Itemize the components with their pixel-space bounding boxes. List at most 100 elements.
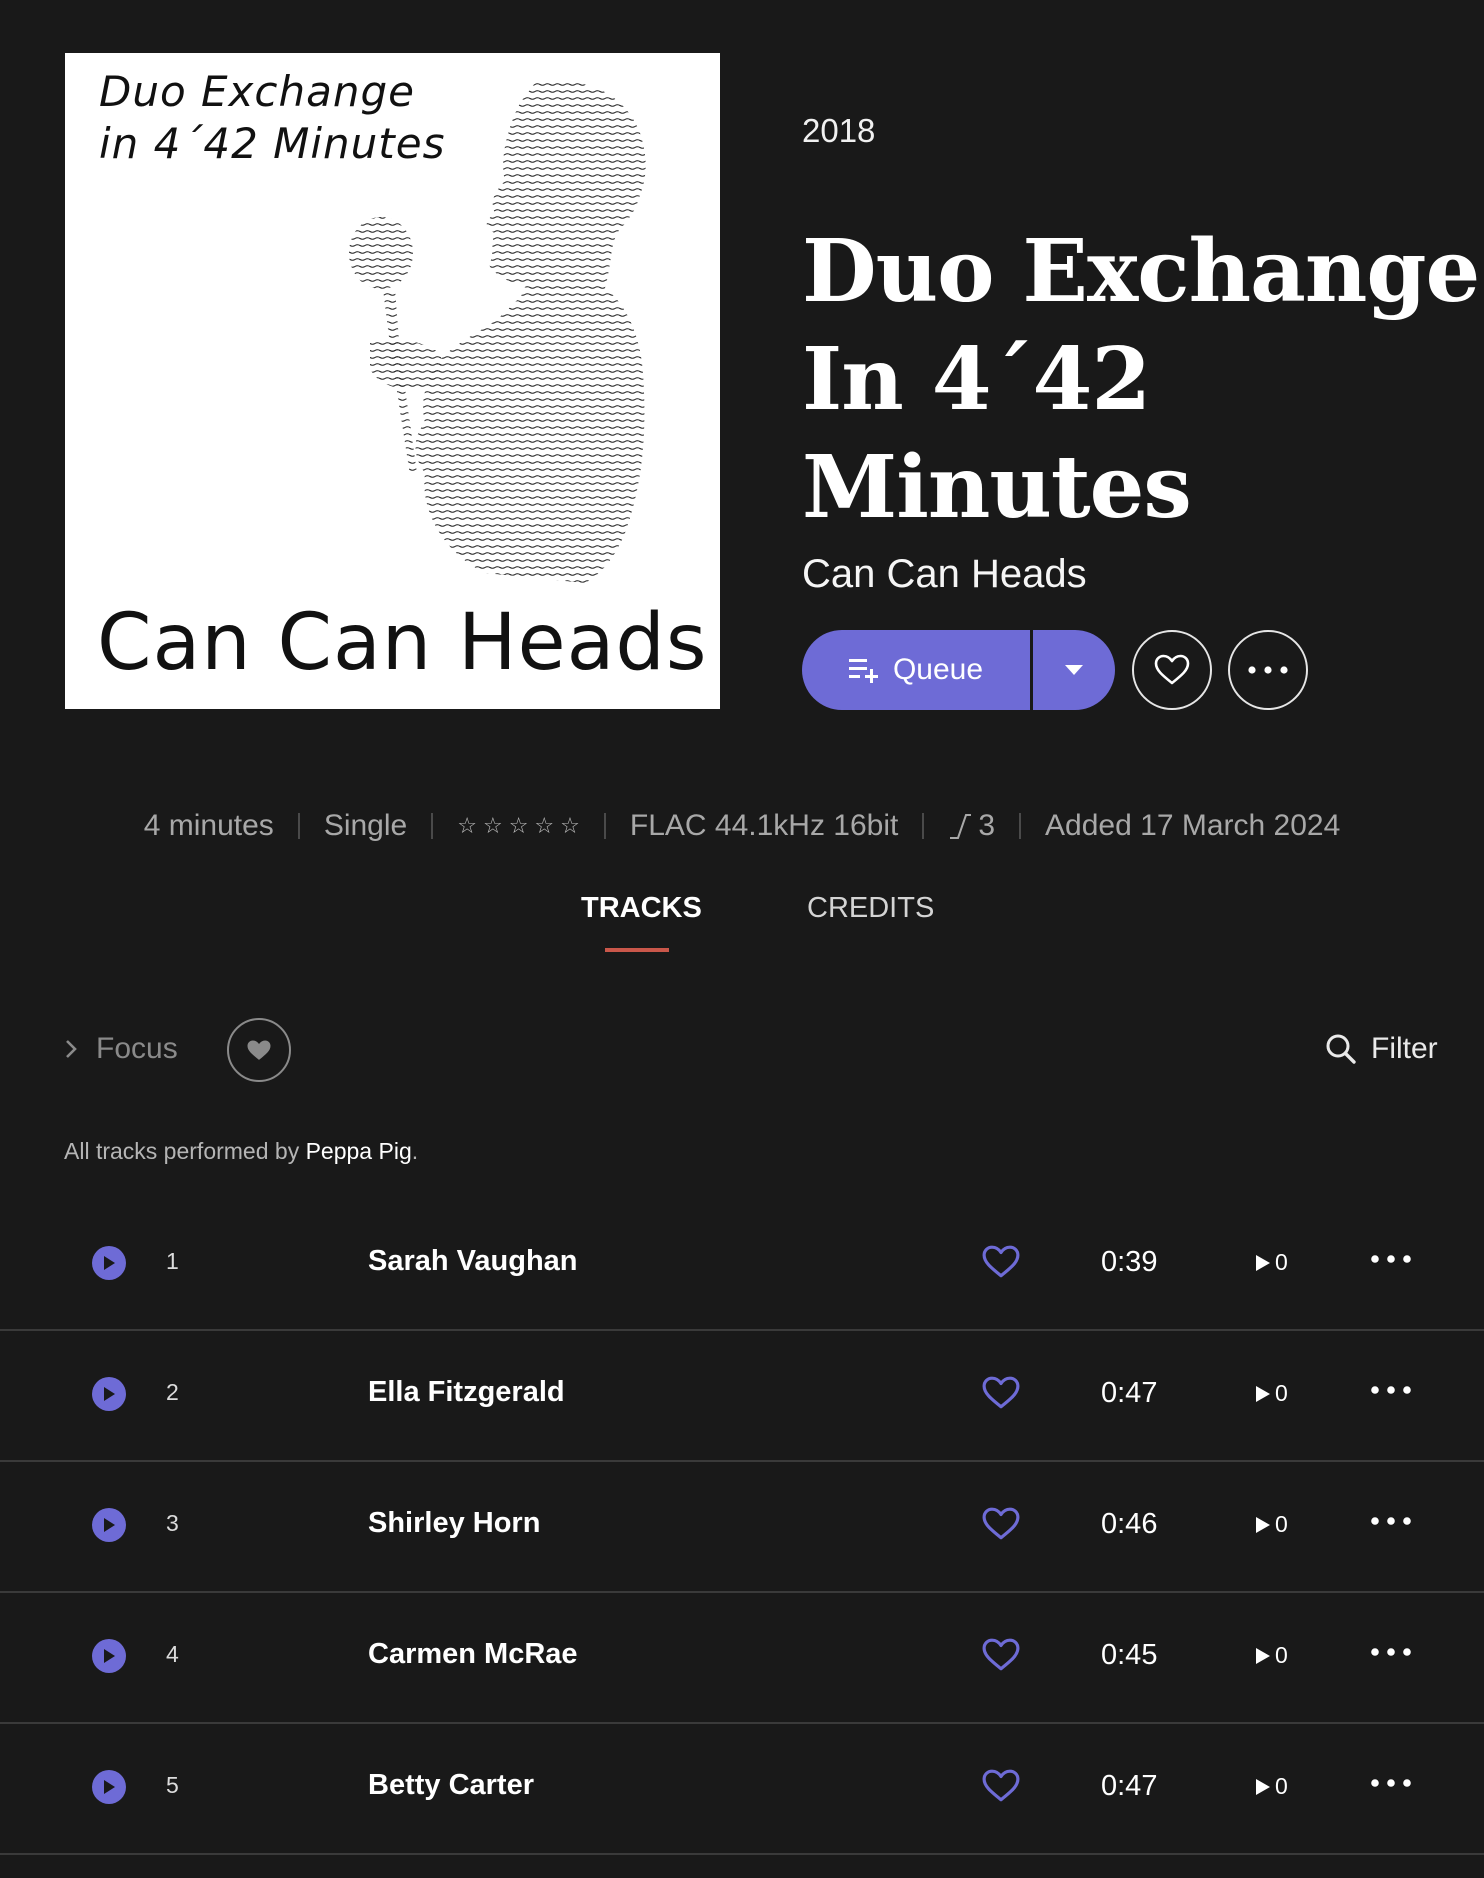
- album-year: 2018: [802, 112, 876, 149]
- play-count-icon: [1256, 1647, 1270, 1664]
- star-icon[interactable]: ☆: [509, 813, 529, 839]
- album-cover[interactable]: Duo Exchange in 4´42 Minutes Can Can Hea…: [65, 53, 720, 709]
- heart-outline-icon: [1154, 654, 1190, 685]
- track-duration: 0:47: [1101, 1377, 1158, 1409]
- track-row[interactable]: 4 Carmen McRae 0:45 0: [0, 1593, 1484, 1724]
- track-duration: 0:47: [1101, 1770, 1158, 1802]
- focus-toggle[interactable]: Focus: [64, 1032, 178, 1066]
- ellipsis-icon: [1371, 1779, 1411, 1787]
- track-title[interactable]: Sarah Vaughan: [368, 1245, 578, 1278]
- track-more-button[interactable]: [1370, 1382, 1412, 1400]
- play-icon: [104, 1780, 115, 1794]
- play-count-value: 0: [1275, 1773, 1288, 1799]
- play-track-button[interactable]: [92, 1377, 126, 1411]
- filter-favorites-button[interactable]: [227, 1018, 291, 1082]
- track-title[interactable]: Carmen McRae: [368, 1638, 578, 1671]
- track-play-count: 0: [1255, 1380, 1288, 1407]
- track-play-count: 0: [1255, 1773, 1288, 1800]
- star-icon[interactable]: ☆: [483, 813, 503, 839]
- performed-by-prefix: All tracks performed by: [64, 1138, 306, 1164]
- track-more-button[interactable]: [1370, 1251, 1412, 1269]
- favorite-button[interactable]: [1132, 630, 1212, 710]
- cover-artist-name: Can Can Heads: [97, 598, 708, 688]
- divider: [431, 813, 434, 839]
- track-play-count: 0: [1255, 1511, 1288, 1538]
- album-type: Single: [323, 809, 408, 842]
- album-artist-link[interactable]: Can Can Heads: [802, 552, 1087, 597]
- performer-link[interactable]: Peppa Pig: [306, 1138, 412, 1164]
- track-row[interactable]: 5 Betty Carter 0:47 0: [0, 1724, 1484, 1855]
- ellipsis-icon: [1371, 1386, 1411, 1394]
- play-icon: [104, 1256, 115, 1270]
- play-icon: [104, 1518, 115, 1532]
- rating-stars[interactable]: ☆ ☆ ☆ ☆ ☆: [457, 813, 580, 839]
- track-more-button[interactable]: [1370, 1775, 1412, 1793]
- track-duration: 0:39: [1101, 1246, 1158, 1278]
- track-row[interactable]: 2 Ella Fitzgerald 0:47 0: [0, 1331, 1484, 1462]
- cover-title-line1: Duo Exchange: [99, 67, 415, 116]
- heart-outline-icon: [982, 1245, 1020, 1278]
- star-icon[interactable]: ☆: [534, 813, 554, 839]
- heart-outline-icon: [982, 1638, 1020, 1671]
- track-favorite-button[interactable]: [982, 1245, 1020, 1284]
- play-count-icon: [1256, 1516, 1270, 1533]
- track-list: 1 Sarah Vaughan 0:39 0 2 Ella Fitzgerald…: [0, 1200, 1484, 1855]
- track-row[interactable]: 1 Sarah Vaughan 0:39 0: [0, 1200, 1484, 1331]
- queue-add-icon: [848, 659, 878, 683]
- focus-label: Focus: [96, 1032, 178, 1065]
- queue-dropdown-button[interactable]: [1033, 630, 1115, 710]
- play-count-icon: [1256, 1385, 1270, 1402]
- track-play-count: 0: [1255, 1249, 1288, 1276]
- play-track-button[interactable]: [92, 1508, 126, 1542]
- play-track-button[interactable]: [92, 1639, 126, 1673]
- track-favorite-button[interactable]: [982, 1769, 1020, 1808]
- tab-credits[interactable]: CREDITS: [807, 892, 934, 925]
- ellipsis-icon: [1371, 1517, 1411, 1525]
- track-number: 1: [166, 1248, 179, 1274]
- heart-outline-icon: [982, 1507, 1020, 1540]
- play-count-icon: [1256, 1778, 1270, 1795]
- track-favorite-button[interactable]: [982, 1376, 1020, 1415]
- heart-outline-icon: [982, 1376, 1020, 1409]
- versions-count[interactable]: 3: [948, 809, 995, 843]
- track-favorite-button[interactable]: [982, 1638, 1020, 1677]
- tab-tracks[interactable]: TRACKS: [581, 892, 702, 925]
- caret-down-icon: [1065, 665, 1083, 675]
- track-number: 5: [166, 1772, 179, 1798]
- track-number: 3: [166, 1510, 179, 1536]
- heart-filled-icon: [247, 1039, 271, 1060]
- chevron-right-icon: [66, 1040, 77, 1058]
- track-title[interactable]: Ella Fitzgerald: [368, 1376, 565, 1409]
- album-duration: 4 minutes: [143, 809, 274, 842]
- queue-button[interactable]: Queue: [802, 630, 1030, 710]
- track-favorite-button[interactable]: [982, 1507, 1020, 1546]
- track-title[interactable]: Betty Carter: [368, 1769, 534, 1802]
- divider: [603, 813, 606, 839]
- play-count-value: 0: [1275, 1380, 1288, 1406]
- divider: [922, 813, 925, 839]
- star-icon[interactable]: ☆: [457, 813, 477, 839]
- track-more-button[interactable]: [1370, 1513, 1412, 1531]
- filter-button[interactable]: Filter: [1325, 1032, 1438, 1066]
- star-icon[interactable]: ☆: [560, 813, 580, 839]
- album-title-line: Minutes: [802, 437, 1192, 538]
- play-track-button[interactable]: [92, 1770, 126, 1804]
- album-title: Duo Exchange In 4´42 Minutes: [802, 218, 1480, 542]
- performed-by-note: All tracks performed by Peppa Pig.: [64, 1138, 418, 1165]
- track-row[interactable]: 3 Shirley Horn 0:46 0: [0, 1462, 1484, 1593]
- search-icon: [1326, 1034, 1356, 1064]
- track-number: 4: [166, 1641, 179, 1667]
- play-count-icon: [1256, 1254, 1270, 1271]
- track-more-button[interactable]: [1370, 1644, 1412, 1662]
- track-title[interactable]: Shirley Horn: [368, 1507, 540, 1540]
- play-count-value: 0: [1275, 1511, 1288, 1537]
- divider: [297, 813, 300, 839]
- play-track-button[interactable]: [92, 1246, 126, 1280]
- ellipsis-icon: [1371, 1255, 1411, 1263]
- album-meta-row: 4 minutes Single ☆ ☆ ☆ ☆ ☆ FLAC 44.1kHz …: [0, 804, 1484, 848]
- audio-format: FLAC 44.1kHz 16bit: [629, 809, 899, 842]
- track-number: 2: [166, 1379, 179, 1405]
- more-options-button[interactable]: [1228, 630, 1308, 710]
- track-duration: 0:45: [1101, 1639, 1158, 1671]
- track-play-count: 0: [1255, 1642, 1288, 1669]
